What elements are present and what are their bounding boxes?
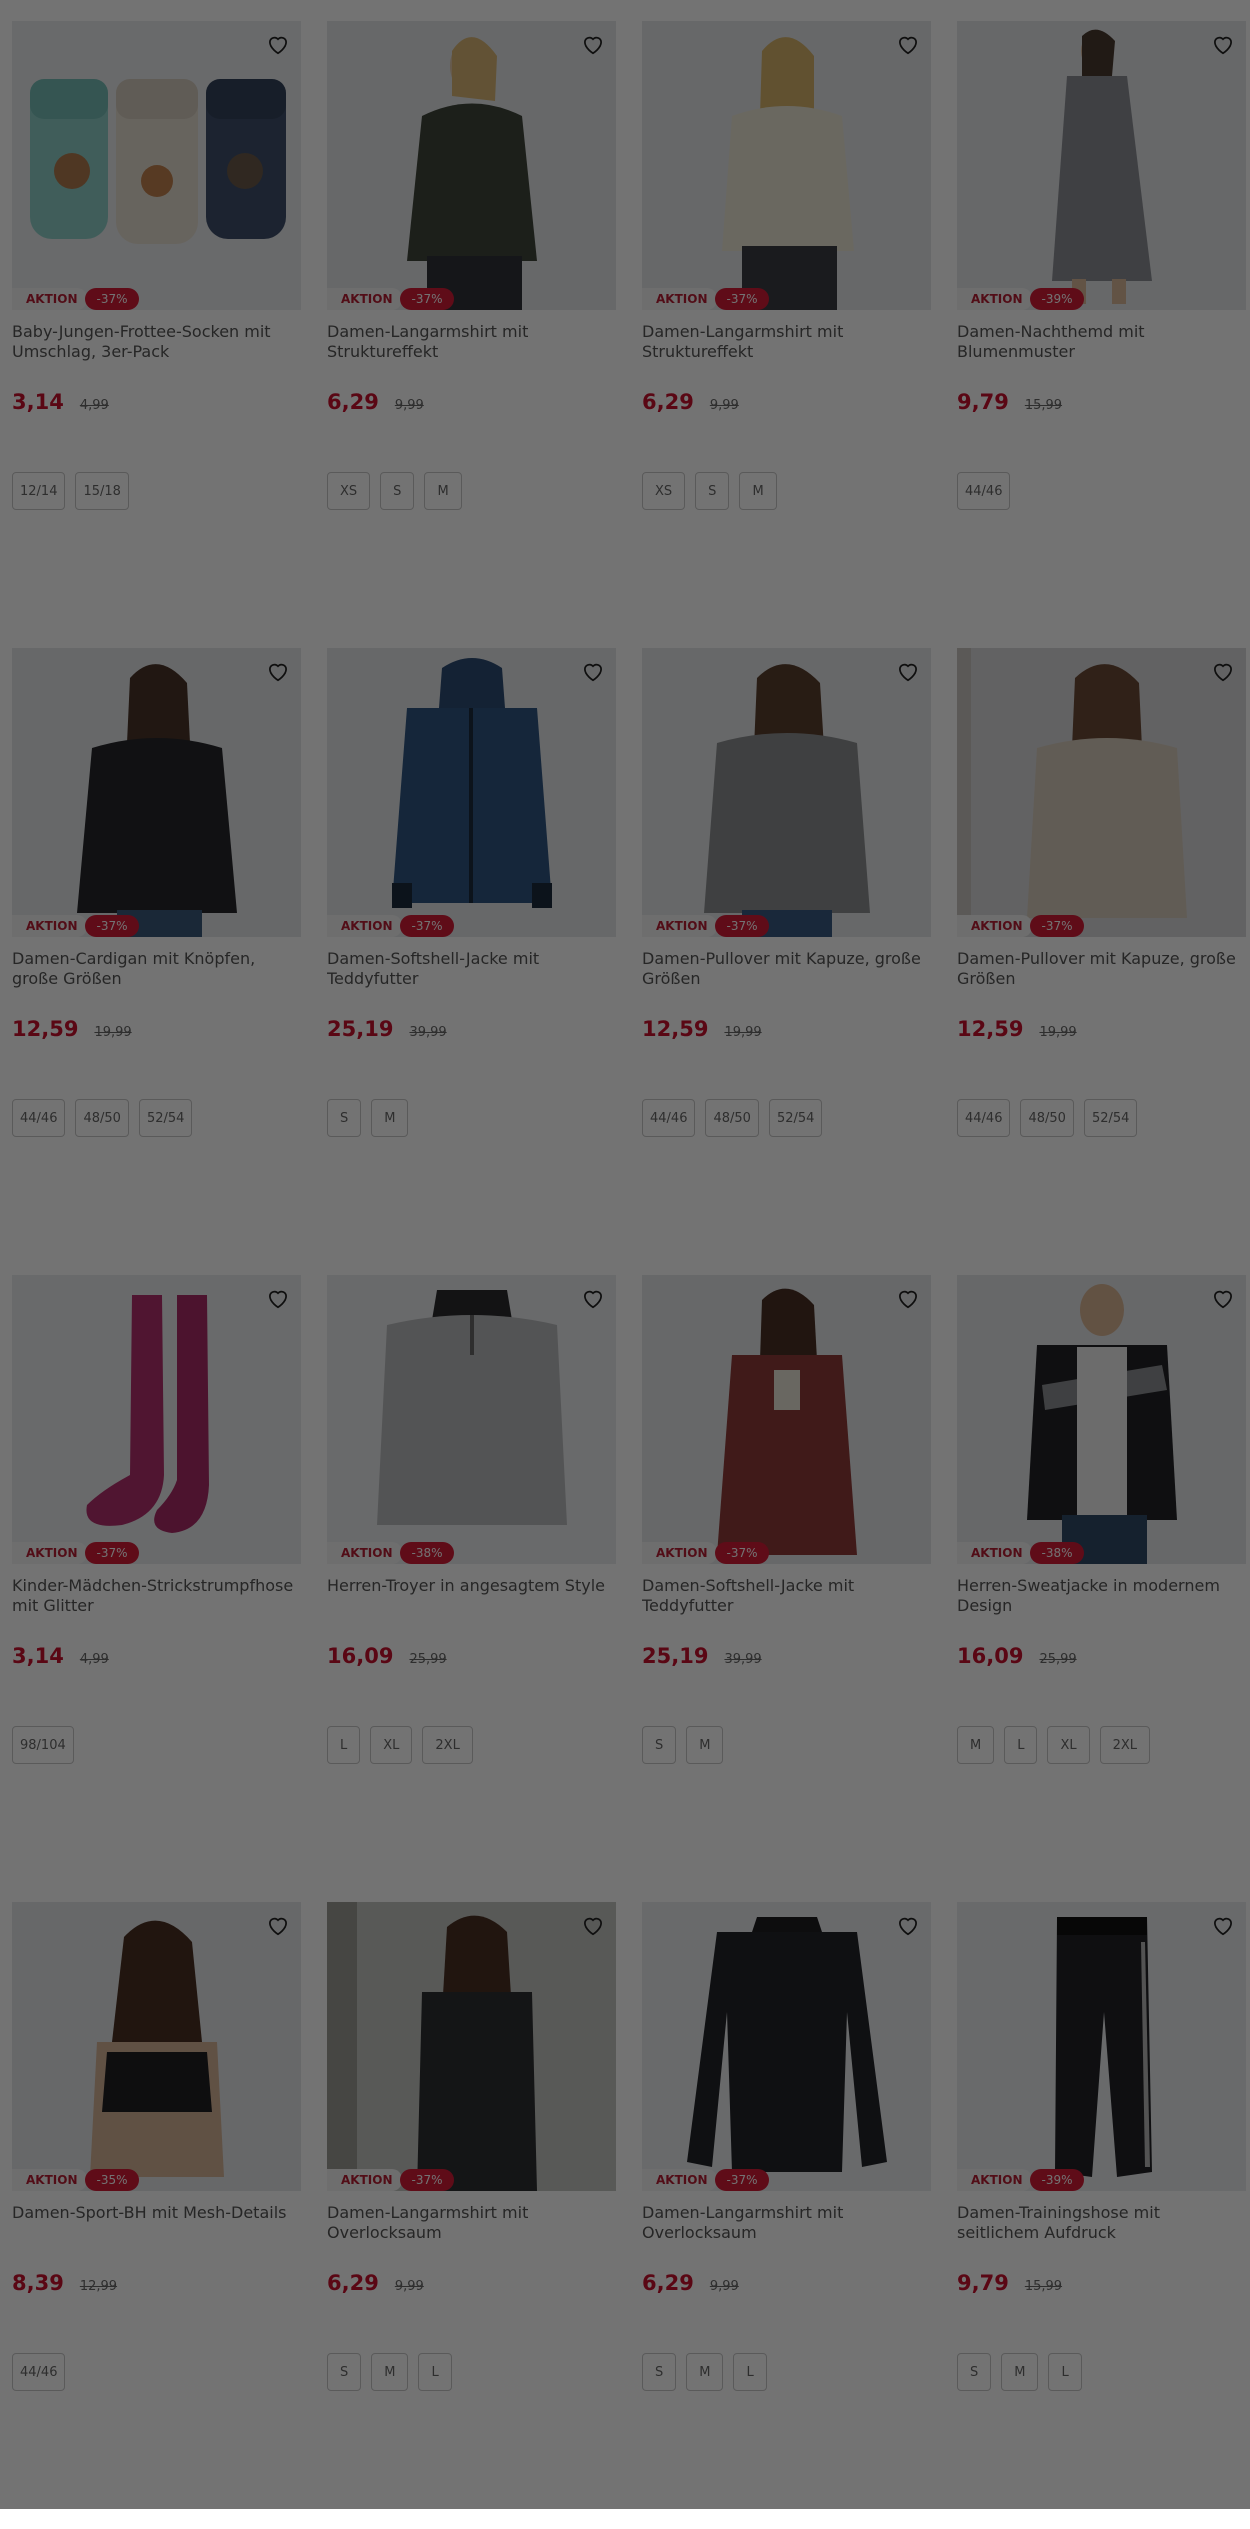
modal-backdrop-overlay[interactable] (0, 0, 1250, 2509)
